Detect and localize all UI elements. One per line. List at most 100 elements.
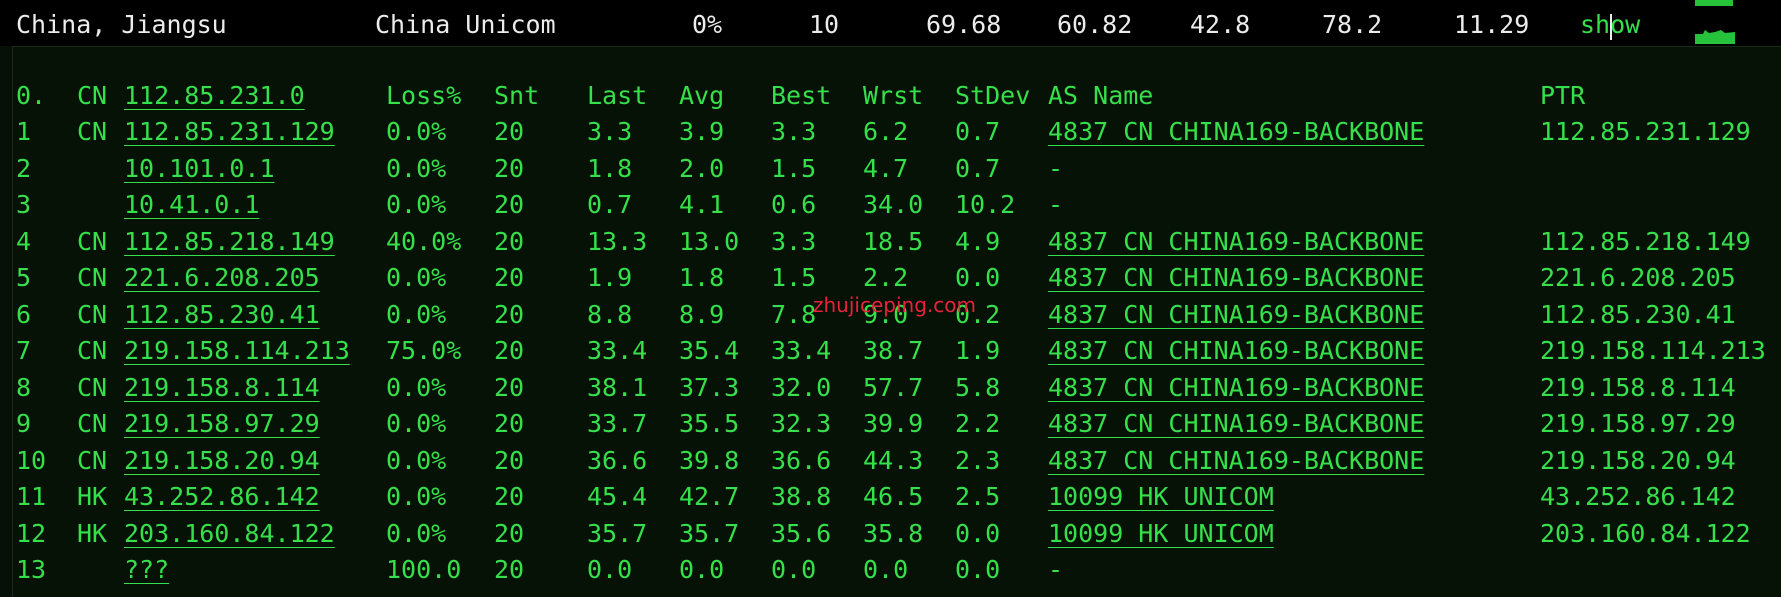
snt-value: 20	[494, 154, 525, 183]
wrst-value: 34.0	[863, 190, 924, 219]
ptr-value: 43.252.86.142	[1540, 482, 1736, 511]
ptr-value: 112.85.230.41	[1540, 300, 1736, 329]
snt-value: 20	[494, 117, 525, 146]
stdev-value: 4.9	[955, 227, 1001, 256]
host-link[interactable]: 112.85.218.149	[124, 225, 335, 259]
location-text: China, Jiangsu	[16, 10, 227, 39]
wrst-value: 0.0	[863, 555, 909, 584]
avg-value: 4.1	[679, 190, 725, 219]
avg-value: 39.8	[679, 446, 740, 475]
country-code: HK	[77, 519, 108, 548]
ptr-value: 219.158.20.94	[1540, 446, 1736, 475]
hop-number: 1	[16, 117, 32, 146]
stdev-value: 2.2	[955, 409, 1001, 438]
avg-value: 35.5	[679, 409, 740, 438]
as-header: AS Name	[1048, 81, 1154, 110]
host-link[interactable]: 112.85.231.129	[124, 115, 335, 149]
ptr-header: PTR	[1540, 81, 1586, 110]
stdev-value: 0.7	[955, 117, 1001, 146]
last-value: 36.6	[587, 446, 648, 475]
last-value: 38.1	[587, 373, 648, 402]
snt-value: 20	[494, 519, 525, 548]
loss-value: 100.0	[386, 555, 462, 584]
avg-summary: 60.82	[1057, 10, 1133, 39]
as-name-link[interactable]: 4837 CN CHINA169-BACKBONE	[1048, 334, 1424, 368]
best-value: 1.5	[771, 154, 817, 183]
ptr-value: 219.158.97.29	[1540, 409, 1736, 438]
as-name-link[interactable]: 10099 HK UNICOM	[1048, 517, 1274, 551]
host-link[interactable]: 10.41.0.1	[124, 188, 259, 222]
avg-value: 13.0	[679, 227, 740, 256]
as-name-link[interactable]: 4837 CN CHINA169-BACKBONE	[1048, 261, 1424, 295]
snt-value: 20	[494, 482, 525, 511]
best-value: 7.8	[771, 300, 817, 329]
loss-value: 0.0%	[386, 409, 447, 438]
host-link[interactable]: 219.158.8.114	[124, 371, 320, 405]
as-name-link[interactable]: 4837 CN CHINA169-BACKBONE	[1048, 444, 1424, 478]
stdev-value: 2.5	[955, 482, 1001, 511]
last-value: 1.8	[587, 154, 633, 183]
wrst-value: 57.7	[863, 373, 924, 402]
country-code: CN	[77, 300, 108, 329]
sparkline-graph-icon	[1695, 0, 1735, 46]
loss-value: 0.0%	[386, 446, 447, 475]
last-value: 3.3	[587, 117, 633, 146]
loss-value: 0.0%	[386, 190, 447, 219]
wrst-value: 2.2	[863, 263, 909, 292]
stdev-value: 5.8	[955, 373, 1001, 402]
hop-number: 5	[16, 263, 32, 292]
host-link[interactable]: 221.6.208.205	[124, 261, 320, 295]
isp-text: China Unicom	[375, 10, 556, 39]
as-name-link[interactable]: 4837 CN CHINA169-BACKBONE	[1048, 115, 1424, 149]
summary-header: China, Jiangsu China Unicom 0% 10 69.68 …	[0, 0, 1781, 46]
host-link[interactable]: 112.85.230.41	[124, 298, 320, 332]
hop-number: 12	[16, 519, 47, 548]
ptr-value: 112.85.218.149	[1540, 227, 1751, 256]
as-name-link[interactable]: 4837 CN CHINA169-BACKBONE	[1048, 407, 1424, 441]
origin-host-link[interactable]: 112.85.231.0	[124, 79, 305, 113]
best-value: 32.0	[771, 373, 832, 402]
loss-summary: 0%	[692, 10, 723, 39]
avg-value: 8.9	[679, 300, 725, 329]
wrst-value: 39.9	[863, 409, 924, 438]
snt-value: 20	[494, 336, 525, 365]
worst-summary: 78.2	[1322, 10, 1383, 39]
avg-value: 37.3	[679, 373, 740, 402]
avg-header: Avg	[679, 81, 725, 110]
best-value: 33.4	[771, 336, 832, 365]
snt-header: Snt	[494, 81, 540, 110]
wrst-header: Wrst	[863, 81, 924, 110]
wrst-value: 4.7	[863, 154, 909, 183]
host-link[interactable]: 43.252.86.142	[124, 480, 320, 514]
country-code: CN	[77, 409, 108, 438]
avg-value: 35.4	[679, 336, 740, 365]
hop-number: 9	[16, 409, 32, 438]
country-code: CN	[77, 263, 108, 292]
last-value: 13.3	[587, 227, 648, 256]
host-link[interactable]: 203.160.84.122	[124, 517, 335, 551]
last-header: Last	[587, 81, 648, 110]
as-name-link[interactable]: 4837 CN CHINA169-BACKBONE	[1048, 225, 1424, 259]
hop-number: 13	[16, 555, 47, 584]
best-value: 0.0	[771, 555, 817, 584]
country-code: CN	[77, 117, 108, 146]
as-name-link[interactable]: 10099 HK UNICOM	[1048, 480, 1274, 514]
avg-value: 3.9	[679, 117, 725, 146]
loss-value: 0.0%	[386, 117, 447, 146]
stdev-value: 10.2	[955, 190, 1016, 219]
wrst-value: 35.8	[863, 519, 924, 548]
as-name-link[interactable]: 4837 CN CHINA169-BACKBONE	[1048, 371, 1424, 405]
host-link[interactable]: 219.158.97.29	[124, 407, 320, 441]
host-link[interactable]: 219.158.114.213	[124, 334, 350, 368]
text-cursor	[1610, 14, 1612, 40]
as-name-link[interactable]: 4837 CN CHINA169-BACKBONE	[1048, 298, 1424, 332]
best-value: 38.8	[771, 482, 832, 511]
ptr-value: 221.6.208.205	[1540, 263, 1736, 292]
ptr-value: 219.158.114.213	[1540, 336, 1766, 365]
host-link[interactable]: 219.158.20.94	[124, 444, 320, 478]
cc-header: CN	[77, 81, 108, 110]
as-name-link: -	[1048, 190, 1064, 219]
host-link[interactable]: ???	[124, 553, 169, 587]
host-link[interactable]: 10.101.0.1	[124, 152, 275, 186]
snt-value: 20	[494, 300, 525, 329]
